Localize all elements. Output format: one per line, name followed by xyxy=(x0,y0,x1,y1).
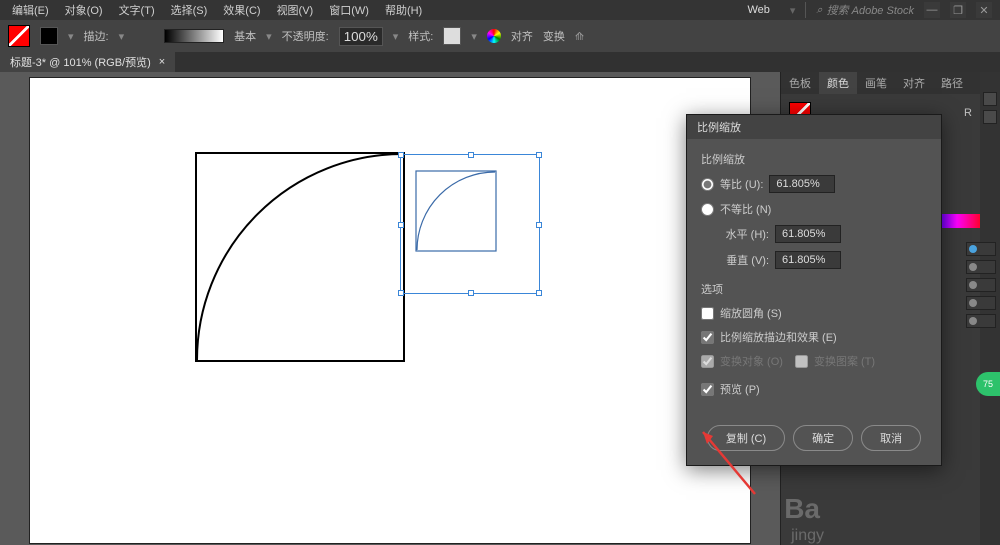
preview-label: 预览 (P) xyxy=(720,381,760,397)
uniform-input[interactable] xyxy=(769,175,835,193)
tab-bar: 标题-3* @ 101% (RGB/预览) × xyxy=(0,52,1000,72)
menu-view[interactable]: 视图(V) xyxy=(269,2,322,18)
sel-handle-bm[interactable] xyxy=(468,290,474,296)
check-preview[interactable] xyxy=(701,383,714,396)
scale-strokes-label: 比例缩放描边和效果 (E) xyxy=(720,329,837,345)
transform-btn[interactable]: 变换 xyxy=(543,28,565,44)
menu-window[interactable]: 窗口(W) xyxy=(321,2,377,18)
sel-handle-mr[interactable] xyxy=(536,222,542,228)
align-btn[interactable]: 对齐 xyxy=(511,28,533,44)
sel-handle-ml[interactable] xyxy=(398,222,404,228)
menu-type[interactable]: 文字(T) xyxy=(111,2,163,18)
vertical-input[interactable] xyxy=(775,251,841,269)
canvas-area[interactable] xyxy=(0,72,780,545)
check-transform-patterns xyxy=(795,355,808,368)
check-transform-objects xyxy=(701,355,714,368)
menu-select[interactable]: 选择(S) xyxy=(163,2,216,18)
style-swatch[interactable] xyxy=(443,27,461,45)
menu-help[interactable]: 帮助(H) xyxy=(377,2,430,18)
radio-uniform[interactable] xyxy=(701,178,714,191)
window-minimize[interactable]: — xyxy=(924,2,940,18)
check-scale-corners[interactable] xyxy=(701,307,714,320)
green-badge: 75 xyxy=(976,372,1000,396)
recolor-icon[interactable] xyxy=(487,29,501,43)
horizontal-label: 水平 (H): xyxy=(719,226,769,242)
transform-patterns-label: 变换图案 (T) xyxy=(814,353,875,369)
document-tab-label: 标题-3* @ 101% (RGB/预览) xyxy=(10,54,151,70)
uniform-label: 等比 (U): xyxy=(720,176,763,192)
mini-dock-5[interactable] xyxy=(966,314,996,328)
sel-handle-tm[interactable] xyxy=(468,152,474,158)
check-scale-strokes[interactable] xyxy=(701,331,714,344)
menu-object[interactable]: 对象(O) xyxy=(57,2,111,18)
nonuniform-label: 不等比 (N) xyxy=(720,201,771,217)
panel-tab-align[interactable]: 对齐 xyxy=(895,72,933,94)
dock-icon-1[interactable] xyxy=(983,92,997,106)
dialog-title: 比例缩放 xyxy=(697,119,741,135)
search-icon: ⌕ xyxy=(816,4,822,17)
right-mini-dock xyxy=(966,242,996,328)
scale-dialog: 比例缩放 比例缩放 等比 (U): 不等比 (N) 水平 (H): 垂直 (V)… xyxy=(686,114,942,466)
sel-handle-bl[interactable] xyxy=(398,290,404,296)
sel-handle-tr[interactable] xyxy=(536,152,542,158)
opacity-input[interactable] xyxy=(339,27,383,46)
sel-handle-tl[interactable] xyxy=(398,152,404,158)
ok-button[interactable]: 确定 xyxy=(793,425,853,451)
section-scale-title: 比例缩放 xyxy=(701,151,927,167)
control-bar: ▾ 描边: ▾ 基本 ▾ 不透明度: ▾ 样式: ▾ 对齐 变换 ⟰ xyxy=(0,20,1000,52)
artboard[interactable] xyxy=(30,78,750,543)
workspace-switcher[interactable]: Web xyxy=(737,2,779,18)
stock-search[interactable]: ⌕ 搜索 Adobe Stock xyxy=(816,2,914,18)
mini-dock-1[interactable] xyxy=(966,242,996,256)
tab-close-icon[interactable]: × xyxy=(159,56,165,68)
large-quarter-shape[interactable] xyxy=(195,152,405,362)
copy-button[interactable]: 复制 (C) xyxy=(707,425,785,451)
opacity-label: 不透明度: xyxy=(282,28,329,44)
mini-dock-2[interactable] xyxy=(966,260,996,274)
r-label: R xyxy=(964,107,972,119)
panel-tab-swatches[interactable]: 色板 xyxy=(781,72,819,94)
dock-icon-2[interactable] xyxy=(983,110,997,124)
scale-corners-label: 缩放圆角 (S) xyxy=(720,305,782,321)
selection-bounds[interactable] xyxy=(400,154,540,294)
transform-objects-label: 变换对象 (O) xyxy=(720,353,783,369)
mini-dock-4[interactable] xyxy=(966,296,996,310)
cancel-button[interactable]: 取消 xyxy=(861,425,921,451)
panel-tab-pathfinder[interactable]: 路径 xyxy=(933,72,971,94)
stroke-label: 描边: xyxy=(84,28,109,44)
panel-tab-brushes[interactable]: 画笔 xyxy=(857,72,895,94)
fill-stroke-swatch[interactable] xyxy=(8,25,30,47)
sel-handle-br[interactable] xyxy=(536,290,542,296)
stroke-profile[interactable] xyxy=(164,29,224,43)
menu-effect[interactable]: 效果(C) xyxy=(215,2,268,18)
panel-tab-color[interactable]: 颜色 xyxy=(819,72,857,94)
brush-basic[interactable]: 基本 xyxy=(234,28,256,44)
style-label: 样式: xyxy=(408,28,433,44)
fill-color-btn[interactable] xyxy=(40,27,58,45)
window-restore[interactable]: ❐ xyxy=(950,2,966,18)
document-tab[interactable]: 标题-3* @ 101% (RGB/预览) × xyxy=(0,52,175,72)
vertical-label: 垂直 (V): xyxy=(719,252,769,268)
radio-nonuniform[interactable] xyxy=(701,203,714,216)
pin-icon[interactable]: ⟰ xyxy=(575,30,584,43)
horizontal-input[interactable] xyxy=(775,225,841,243)
menu-edit[interactable]: 编辑(E) xyxy=(4,2,57,18)
mini-dock-3[interactable] xyxy=(966,278,996,292)
section-options-title: 选项 xyxy=(701,281,927,297)
window-close[interactable]: ✕ xyxy=(976,2,992,18)
